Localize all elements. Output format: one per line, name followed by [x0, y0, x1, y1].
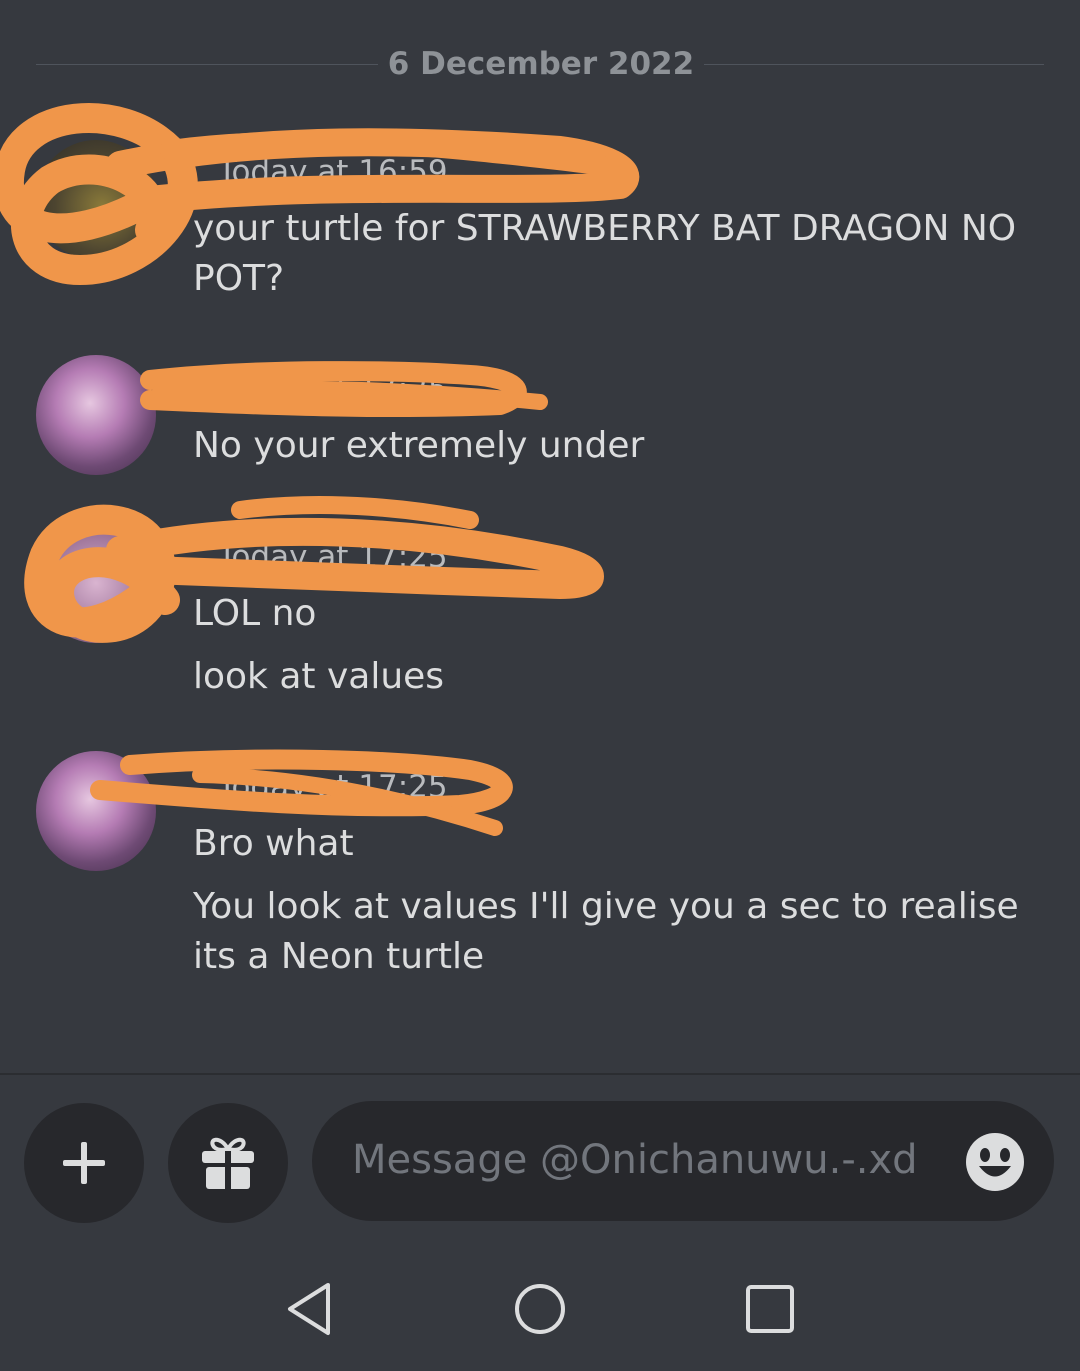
triangle-back-icon[interactable]	[278, 1277, 342, 1341]
message-group[interactable]: Today at 17:25 Bro what You look at valu…	[0, 751, 1080, 991]
message-input[interactable]: Message @Onichanuwu.-.xd	[312, 1101, 1054, 1221]
gift-icon	[202, 1137, 254, 1189]
message-timestamp: Today at 17:25	[217, 371, 448, 407]
gift-button[interactable]	[168, 1103, 288, 1223]
message-group[interactable]: Today at 16:59 your turtle for STRAWBERR…	[0, 140, 1080, 310]
add-attachment-button[interactable]	[24, 1103, 144, 1223]
avatar[interactable]	[36, 751, 156, 871]
avatar[interactable]	[36, 523, 156, 643]
message-text: You look at values I'll give you a sec t…	[193, 886, 1019, 977]
message-group[interactable]: Today at 17:25 LOL no look at values	[0, 523, 1080, 713]
date-divider-label: 6 December 2022	[387, 46, 695, 82]
system-navbar	[0, 1247, 1080, 1371]
chat-screen: 6 December 2022 Today at 16:59 your turt…	[0, 0, 1080, 1371]
message-timestamp: Today at 17:25	[217, 769, 448, 805]
message-header: Today at 17:25	[193, 769, 448, 805]
username-redacted[interactable]	[193, 769, 204, 805]
circle-home-icon[interactable]	[508, 1277, 572, 1341]
avatar[interactable]	[36, 140, 156, 260]
avatar[interactable]	[36, 355, 156, 475]
message-composer: Message @Onichanuwu.-.xd	[0, 1075, 1080, 1247]
message-timestamp: Today at 17:25	[217, 539, 448, 575]
username-redacted[interactable]	[193, 154, 204, 190]
message-text: LOL no	[193, 593, 317, 634]
message-header: Today at 17:25	[193, 539, 448, 575]
date-divider: 6 December 2022	[36, 38, 1044, 94]
message-group[interactable]: Today at 17:25 No your extremely under	[0, 355, 1080, 475]
plus-icon	[63, 1142, 105, 1184]
message-text: Bro what	[193, 823, 354, 864]
divider-line-left	[36, 64, 378, 65]
username-redacted[interactable]	[193, 539, 204, 575]
username-redacted[interactable]	[193, 371, 204, 407]
message-text: look at values	[193, 656, 445, 697]
message-header: Today at 17:25	[193, 371, 448, 407]
message-timestamp: Today at 16:59	[217, 154, 448, 190]
message-header: Today at 16:59	[193, 154, 448, 190]
message-input-placeholder: Message @Onichanuwu.-.xd	[352, 1137, 918, 1183]
smile-emoji-icon[interactable]	[964, 1131, 1026, 1193]
square-recent-icon[interactable]	[738, 1277, 802, 1341]
message-text: No your extremely under	[193, 425, 645, 466]
message-text: your turtle for STRAWBERRY BAT DRAGON NO…	[193, 208, 1017, 299]
divider-line-right	[704, 64, 1044, 65]
